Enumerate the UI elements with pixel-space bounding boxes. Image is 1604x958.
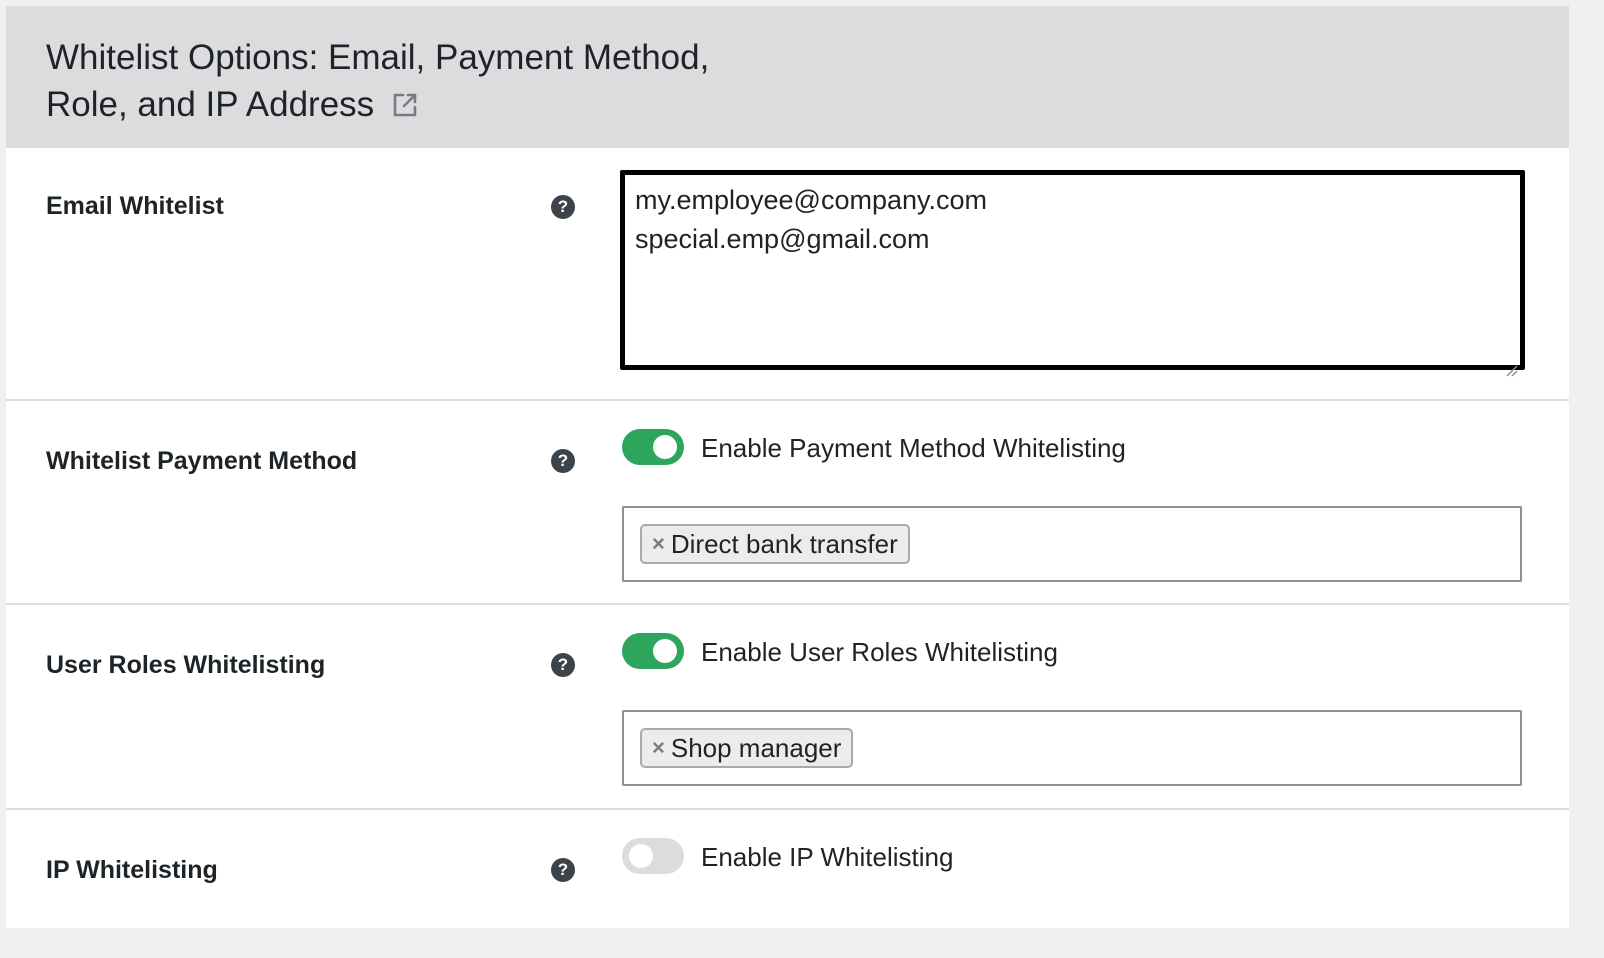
toggle-knob <box>629 844 653 868</box>
chip-label: Shop manager <box>670 733 842 763</box>
user-roles-toggle-label: Enable User Roles Whitelisting <box>701 637 1058 667</box>
resize-grip-icon[interactable] <box>1504 349 1518 377</box>
user-roles-row: User Roles Whitelisting ? Enable User Ro… <box>6 603 1569 810</box>
email-line: my.employee@company.com <box>635 185 988 215</box>
user-roles-toggle[interactable] <box>622 633 684 669</box>
panel-header: Whitelist Options: Email, Payment Method… <box>6 6 1569 148</box>
payment-method-toggle-label: Enable Payment Method Whitelisting <box>701 433 1126 463</box>
question-circle-icon[interactable]: ? <box>551 858 575 882</box>
remove-chip-icon[interactable]: × <box>652 526 665 562</box>
remove-chip-icon[interactable]: × <box>652 730 665 766</box>
panel-title: Whitelist Options: Email, Payment Method… <box>46 34 746 128</box>
question-circle-icon[interactable]: ? <box>551 195 575 219</box>
chip-label: Direct bank transfer <box>670 529 898 559</box>
payment-method-select[interactable]: × Direct bank transfer <box>622 506 1522 582</box>
external-link-icon[interactable] <box>390 85 420 117</box>
user-roles-label: User Roles Whitelisting <box>46 651 326 679</box>
payment-method-label: Whitelist Payment Method <box>46 447 358 475</box>
question-circle-icon[interactable]: ? <box>551 653 575 677</box>
ip-whitelist-label: IP Whitelisting <box>46 856 218 884</box>
user-roles-select[interactable]: × Shop manager <box>622 710 1522 786</box>
selected-chip: × Shop manager <box>640 728 854 768</box>
ip-whitelist-toggle[interactable] <box>622 838 684 874</box>
ip-whitelist-toggle-label: Enable IP Whitelisting <box>701 842 954 872</box>
toggle-knob <box>653 639 677 663</box>
question-circle-icon[interactable]: ? <box>551 449 575 473</box>
email-line: special.emp@gmail.com <box>635 224 930 254</box>
email-whitelist-label: Email Whitelist <box>46 192 224 220</box>
payment-method-toggle[interactable] <box>622 429 684 465</box>
whitelist-options-panel: Whitelist Options: Email, Payment Method… <box>6 6 1569 928</box>
toggle-knob <box>653 435 677 459</box>
email-whitelist-textarea[interactable]: my.employee@company.com special.emp@gmai… <box>620 170 1525 377</box>
ip-whitelist-row: IP Whitelisting ? Enable IP Whitelisting <box>6 808 1569 928</box>
panel-title-text: Whitelist Options: Email, Payment Method… <box>46 38 710 124</box>
payment-method-row: Whitelist Payment Method ? Enable Paymen… <box>6 399 1569 605</box>
email-whitelist-row: Email Whitelist ? my.employee@company.co… <box>6 148 1569 401</box>
selected-chip: × Direct bank transfer <box>640 524 910 564</box>
